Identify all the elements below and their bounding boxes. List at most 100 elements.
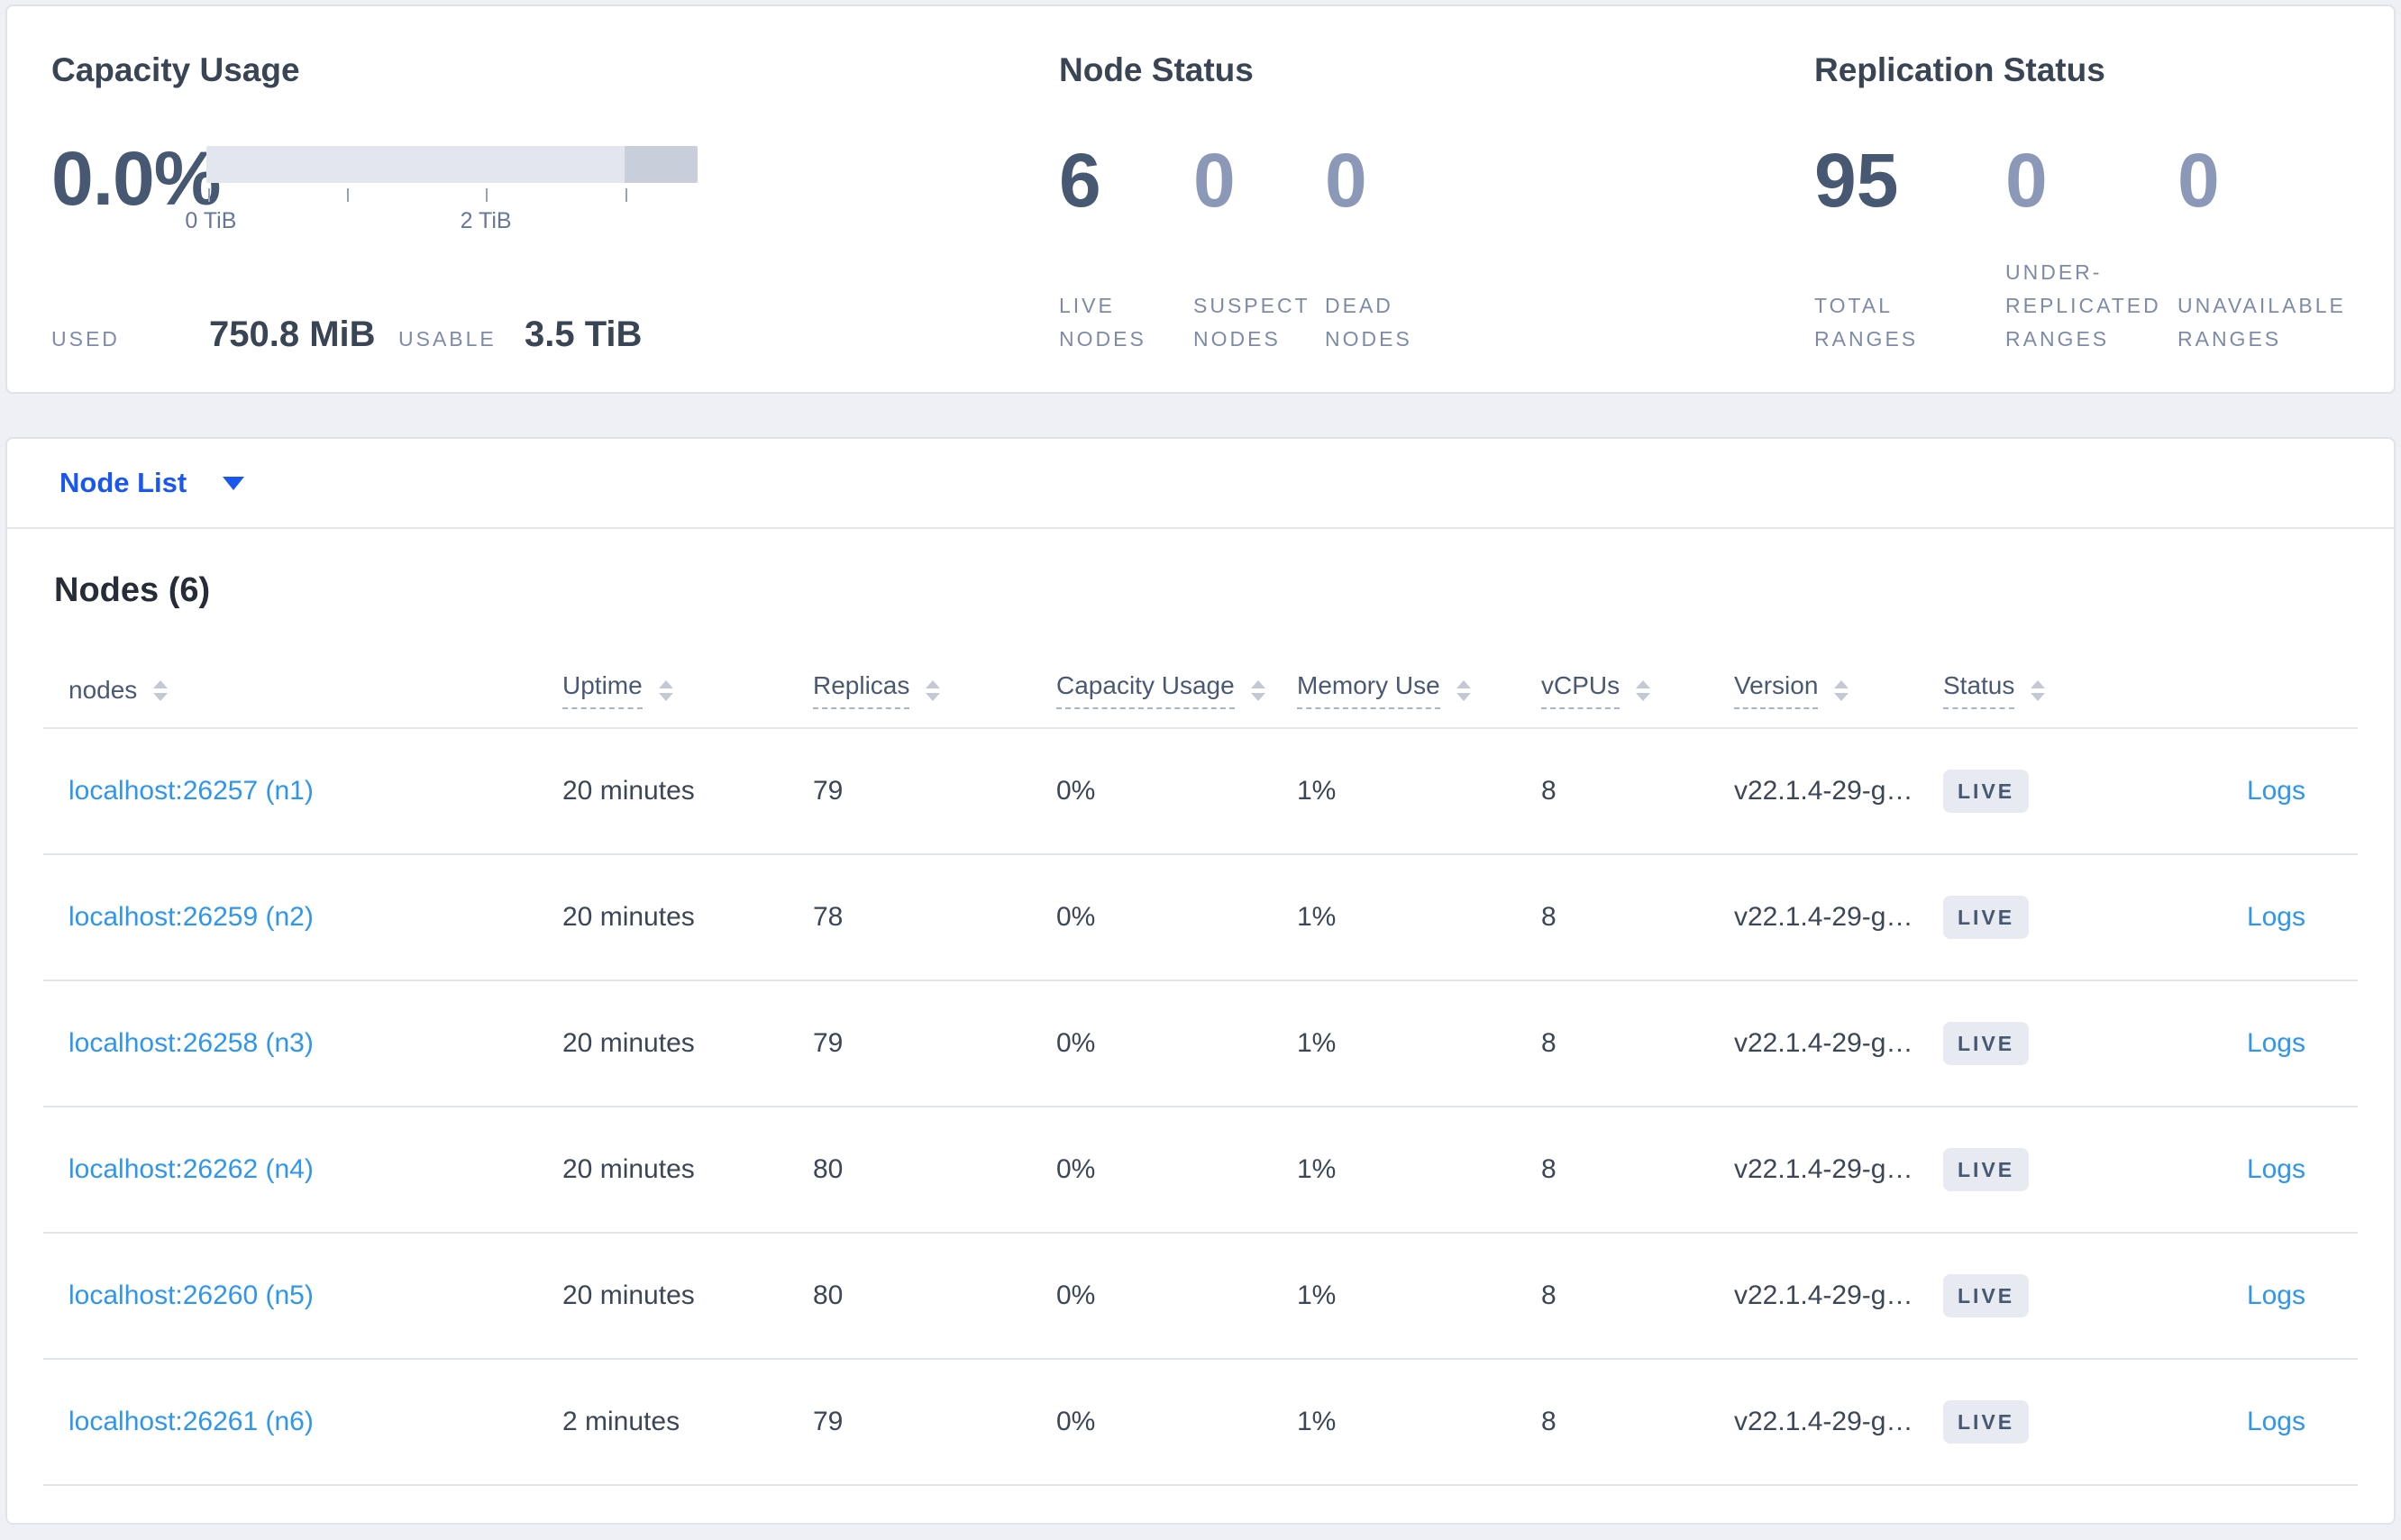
table-row: localhost:26258 (n3) 20 minutes 79 0% 1%… (43, 981, 2358, 1107)
unavailable-ranges-stat: 0 UNAVAILABLE RANGES (2177, 140, 2385, 356)
usable-value: 3.5 TiB (525, 314, 643, 354)
table-row: localhost:26260 (n5) 20 minutes 80 0% 1%… (43, 1234, 2358, 1360)
column-header-memory-use[interactable]: Memory Use (1297, 671, 1541, 709)
used-value: 750.8 MiB (209, 314, 376, 354)
memory-use-cell: 1% (1297, 1028, 1337, 1058)
total-ranges-stat: 95 TOTAL RANGES (1814, 140, 2005, 356)
node-link[interactable]: localhost:26258 (n3) (68, 1028, 314, 1058)
version-cell: v22.1.4-29-g… (1734, 1028, 1913, 1058)
capacity-usage-title: Capacity Usage (51, 51, 300, 88)
vcpus-cell: 8 (1541, 902, 1557, 932)
column-header-status[interactable]: Status (1943, 671, 2168, 709)
suspect-nodes-stat: 0 SUSPECT NODES (1193, 140, 1325, 356)
capacity-bar-track (206, 146, 698, 183)
uptime-cell: 20 minutes (562, 902, 695, 932)
replicas-cell: 79 (813, 1407, 844, 1436)
table-header-row: nodes Uptime Replicas Capacity Usage Mem… (43, 653, 2358, 729)
logs-link[interactable]: Logs (2247, 1280, 2305, 1310)
summary-card: Capacity Usage 0.0% 0 TiB 2 TiB USED 750… (5, 5, 2396, 394)
table-row: localhost:26259 (n2) 20 minutes 78 0% 1%… (43, 855, 2358, 981)
column-header-capacity-usage[interactable]: Capacity Usage (1056, 671, 1297, 709)
memory-use-cell: 1% (1297, 776, 1337, 806)
node-link[interactable]: localhost:26262 (n4) (68, 1154, 314, 1184)
capacity-usage-section: Capacity Usage 0.0% 0 TiB 2 TiB USED 750… (51, 50, 1059, 392)
status-badge: LIVE (1943, 770, 2030, 813)
node-link[interactable]: localhost:26257 (n1) (68, 776, 314, 806)
column-header-replicas[interactable]: Replicas (813, 671, 1056, 709)
uptime-cell: 20 minutes (562, 776, 695, 806)
replicas-cell: 80 (813, 1154, 844, 1184)
status-badge: LIVE (1943, 1148, 2030, 1191)
total-ranges-count: 95 (1814, 138, 1899, 223)
node-link[interactable]: localhost:26259 (n2) (68, 902, 314, 932)
usable-label: USABLE (398, 327, 497, 351)
vcpus-cell: 8 (1541, 776, 1557, 806)
column-header-uptime[interactable]: Uptime (562, 671, 813, 709)
vcpus-cell: 8 (1541, 1407, 1557, 1436)
uptime-cell: 20 minutes (562, 1028, 695, 1058)
memory-use-cell: 1% (1297, 1280, 1337, 1310)
under-replicated-ranges-count: 0 (2005, 138, 2048, 223)
sort-icon (1834, 679, 1849, 701)
sort-icon (153, 679, 169, 701)
status-badge: LIVE (1943, 1400, 2030, 1444)
replicas-cell: 80 (813, 1280, 844, 1310)
sort-icon (1636, 679, 1651, 701)
logs-link[interactable]: Logs (2247, 1407, 2305, 1436)
sort-icon (2031, 679, 2046, 701)
capacity-usage-cell: 0% (1056, 1280, 1096, 1310)
table-row: localhost:26257 (n1) 20 minutes 79 0% 1%… (43, 729, 2358, 855)
version-cell: v22.1.4-29-g… (1734, 902, 1913, 932)
version-cell: v22.1.4-29-g… (1734, 1154, 1913, 1184)
node-link[interactable]: localhost:26260 (n5) (68, 1280, 314, 1310)
logs-link[interactable]: Logs (2247, 902, 2305, 932)
suspect-nodes-label: SUSPECT NODES (1193, 294, 1310, 351)
chevron-down-icon (223, 476, 245, 490)
nodes-heading: Nodes (6) (54, 571, 211, 609)
status-badge: LIVE (1943, 1022, 2030, 1065)
sort-icon (1456, 679, 1471, 701)
memory-use-cell: 1% (1297, 902, 1337, 932)
sort-icon (658, 679, 673, 701)
unavailable-ranges-count: 0 (2177, 138, 2220, 223)
capacity-axis-label-0: 0 TiB (185, 208, 237, 233)
under-replicated-ranges-label: UNDER-REPLICATED RANGES (2005, 260, 2161, 351)
node-list-card: Node List Nodes (6) nodes Uptime Replica… (5, 437, 2396, 1525)
status-badge: LIVE (1943, 1274, 2030, 1317)
column-header-version[interactable]: Version (1734, 671, 1943, 709)
node-list-dropdown-label: Node List (59, 467, 187, 498)
version-cell: v22.1.4-29-g… (1734, 776, 1913, 806)
replicas-cell: 79 (813, 1028, 844, 1058)
version-cell: v22.1.4-29-g… (1734, 1280, 1913, 1310)
capacity-usage-cell: 0% (1056, 1154, 1096, 1184)
sort-icon (1250, 679, 1265, 701)
capacity-axis-label-2: 2 TiB (460, 208, 512, 233)
capacity-axis-ticks (206, 188, 698, 205)
logs-link[interactable]: Logs (2247, 1028, 2305, 1058)
replication-status-title: Replication Status (1814, 51, 2105, 88)
column-header-nodes[interactable]: nodes (68, 676, 562, 705)
suspect-nodes-count: 0 (1193, 138, 1236, 223)
table-row: localhost:26262 (n4) 20 minutes 80 0% 1%… (43, 1107, 2358, 1234)
uptime-cell: 20 minutes (562, 1154, 695, 1184)
total-ranges-label: TOTAL RANGES (1814, 294, 1919, 351)
uptime-cell: 2 minutes (562, 1407, 680, 1436)
memory-use-cell: 1% (1297, 1407, 1337, 1436)
node-list-dropdown[interactable]: Node List (59, 467, 245, 499)
capacity-usage-cell: 0% (1056, 1028, 1096, 1058)
version-cell: v22.1.4-29-g… (1734, 1407, 1913, 1436)
memory-use-cell: 1% (1297, 1154, 1337, 1184)
status-badge: LIVE (1943, 896, 2030, 939)
capacity-percent: 0.0% (51, 136, 221, 221)
logs-link[interactable]: Logs (2247, 776, 2305, 806)
live-nodes-stat: 6 LIVE NODES (1059, 140, 1193, 356)
capacity-usage-cell: 0% (1056, 1407, 1096, 1436)
view-selector-bar: Node List (7, 439, 2394, 529)
column-header-vcpus[interactable]: vCPUs (1541, 671, 1734, 709)
logs-link[interactable]: Logs (2247, 1154, 2305, 1184)
node-link[interactable]: localhost:26261 (n6) (68, 1407, 314, 1436)
under-replicated-ranges-stat: 0 UNDER-REPLICATED RANGES (2005, 140, 2177, 356)
dead-nodes-label: DEAD NODES (1325, 294, 1412, 351)
used-label: USED (51, 327, 120, 351)
vcpus-cell: 8 (1541, 1154, 1557, 1184)
